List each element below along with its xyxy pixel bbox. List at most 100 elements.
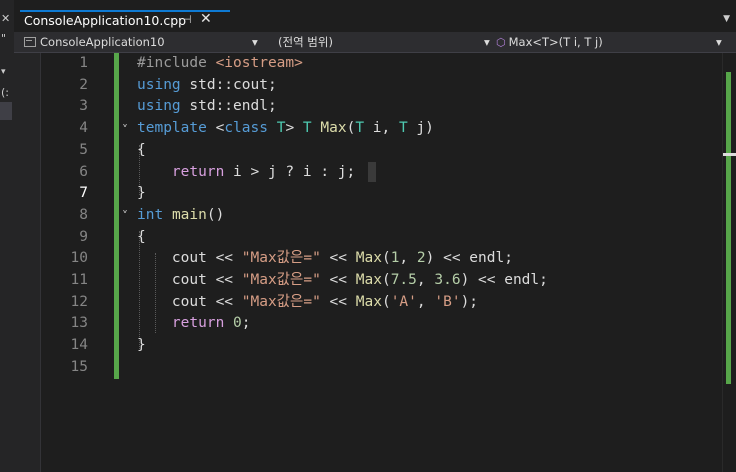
code-token: template xyxy=(137,120,207,137)
line-number: 3 xyxy=(79,98,88,115)
close-icon[interactable]: ✕ xyxy=(1,13,10,25)
code-token: using xyxy=(137,98,181,115)
chevron-down-icon[interactable]: ▾ xyxy=(716,34,722,50)
chevron-down-icon[interactable]: ▾ xyxy=(252,34,258,50)
member-dropdown[interactable]: ⬡ Max<T>(T i, T j) xyxy=(496,34,716,50)
tab-consoleapplication10-cpp[interactable]: ConsoleApplication10.cpp ⊣ ✕ xyxy=(20,10,230,30)
code-token: std::cout; xyxy=(180,76,277,93)
code-token: Max xyxy=(320,120,347,137)
code-token: "Max값은=" xyxy=(241,293,321,310)
member-label: Max<T>(T i, T j) xyxy=(508,35,603,49)
code-token: , xyxy=(416,293,435,310)
code-token: cout << xyxy=(137,293,242,310)
code-token: , xyxy=(416,272,435,288)
code-token: ( xyxy=(381,293,391,310)
code-token: 7.5 xyxy=(390,272,417,288)
code-editor[interactable]: 1 2 3 4 5 6 7 8 9 10 11 12 13 14 15 ˅ ˅ #include <iost… xyxy=(14,53,736,472)
code-token: Max xyxy=(355,272,382,288)
code-token: > xyxy=(285,120,303,137)
member-cube-icon: ⬡ xyxy=(496,36,506,49)
scope-dropdown[interactable]: (전역 범위) xyxy=(278,34,478,50)
fold-chevron-icon[interactable]: ˅ xyxy=(122,123,128,137)
code-token: class xyxy=(224,120,268,137)
quote-glyph: " xyxy=(1,32,7,45)
code-token: } xyxy=(137,185,146,202)
code-token: T xyxy=(302,120,312,137)
code-line: #include <iostream> xyxy=(137,53,303,74)
code-token: 0 xyxy=(233,315,242,332)
code-line: } xyxy=(137,335,146,356)
line-number: 2 xyxy=(79,76,88,93)
code-line: using std::endl; xyxy=(137,96,277,117)
code-line: cout << "Max값은=" << Max(1, 2) << endl; xyxy=(137,248,513,269)
pin-icon[interactable]: ⊣ xyxy=(182,13,192,26)
code-token: << xyxy=(320,293,356,310)
chevron-down-icon[interactable]: ▾ xyxy=(484,34,490,50)
line-number: 11 xyxy=(70,272,88,288)
code-token: 'A' xyxy=(390,293,417,310)
line-number: 14 xyxy=(70,337,88,354)
code-token: i > j ? i : j; xyxy=(224,163,356,180)
scrollbar-caret-position xyxy=(723,153,736,156)
vertical-scrollbar[interactable] xyxy=(722,53,736,472)
line-number: 9 xyxy=(79,228,88,245)
code-line: } xyxy=(137,183,146,204)
project-icon xyxy=(24,37,36,47)
line-number: 6 xyxy=(79,163,88,180)
document-tab-bar: ConsoleApplication10.cpp ⊣ ✕ ▼ xyxy=(14,0,736,32)
code-token: ); xyxy=(460,293,479,310)
code-token: return xyxy=(171,163,225,180)
code-token: #include xyxy=(137,55,216,71)
code-line: using std::cout; xyxy=(137,75,277,96)
chevron-down-icon[interactable]: ▾ xyxy=(1,66,6,78)
code-token: ) << endl; xyxy=(425,250,513,267)
project-label: ConsoleApplication10 xyxy=(40,35,165,49)
project-dropdown[interactable]: ConsoleApplication10 xyxy=(24,34,264,50)
code-token: << xyxy=(320,250,356,267)
fold-chevron-icon[interactable]: ˅ xyxy=(122,209,128,223)
close-tab-icon[interactable]: ✕ xyxy=(200,11,212,27)
navigation-bar: ConsoleApplication10 ▾ (전역 범위) ▾ ⬡ Max<T>… xyxy=(14,32,736,53)
code-line: { xyxy=(137,227,146,248)
code-token: 2 xyxy=(416,250,426,267)
code-token: 3.6 xyxy=(434,272,461,288)
code-token: "Max값은=" xyxy=(241,250,321,267)
tab-overflow-icon[interactable]: ▼ xyxy=(723,14,730,24)
code-token: T xyxy=(398,120,408,137)
scrollbar-change-marker xyxy=(726,72,731,384)
code-line: cout << "Max값은=" << Max(7.5, 3.6) << end… xyxy=(137,270,548,291)
code-token: () xyxy=(206,206,225,223)
code-token: cout << xyxy=(137,250,242,267)
code-line: { xyxy=(137,140,146,161)
code-line: template <class T> T Max(T i, T j) xyxy=(137,118,434,139)
line-number: 13 xyxy=(70,315,88,332)
code-token: } xyxy=(137,337,146,354)
paren-glyph: (: xyxy=(1,86,9,99)
code-token: T xyxy=(355,120,365,137)
text-caret-highlight xyxy=(368,162,376,182)
line-number: 4 xyxy=(79,120,88,137)
line-number: 15 xyxy=(70,358,88,375)
code-token: ( xyxy=(346,120,356,137)
code-token: i, xyxy=(364,120,399,137)
left-strip-selection xyxy=(0,102,12,120)
line-number: 1 xyxy=(79,55,88,71)
code-token: int xyxy=(137,206,164,223)
code-token: Max xyxy=(355,250,382,267)
code-token: std::endl; xyxy=(180,98,277,115)
code-line: int main() xyxy=(137,205,224,226)
code-token: ( xyxy=(381,272,391,288)
code-token: { xyxy=(137,141,146,158)
code-token: using xyxy=(137,76,181,93)
code-token: ( xyxy=(381,250,391,267)
line-number: 8 xyxy=(79,206,88,223)
line-number: 5 xyxy=(79,141,88,158)
code-line: return 0; xyxy=(137,313,251,334)
code-token: << xyxy=(320,272,356,288)
left-tool-strip: ✕ " ▾ (: xyxy=(0,0,14,472)
code-token: cout << xyxy=(137,272,242,288)
code-token: j) xyxy=(407,120,434,137)
